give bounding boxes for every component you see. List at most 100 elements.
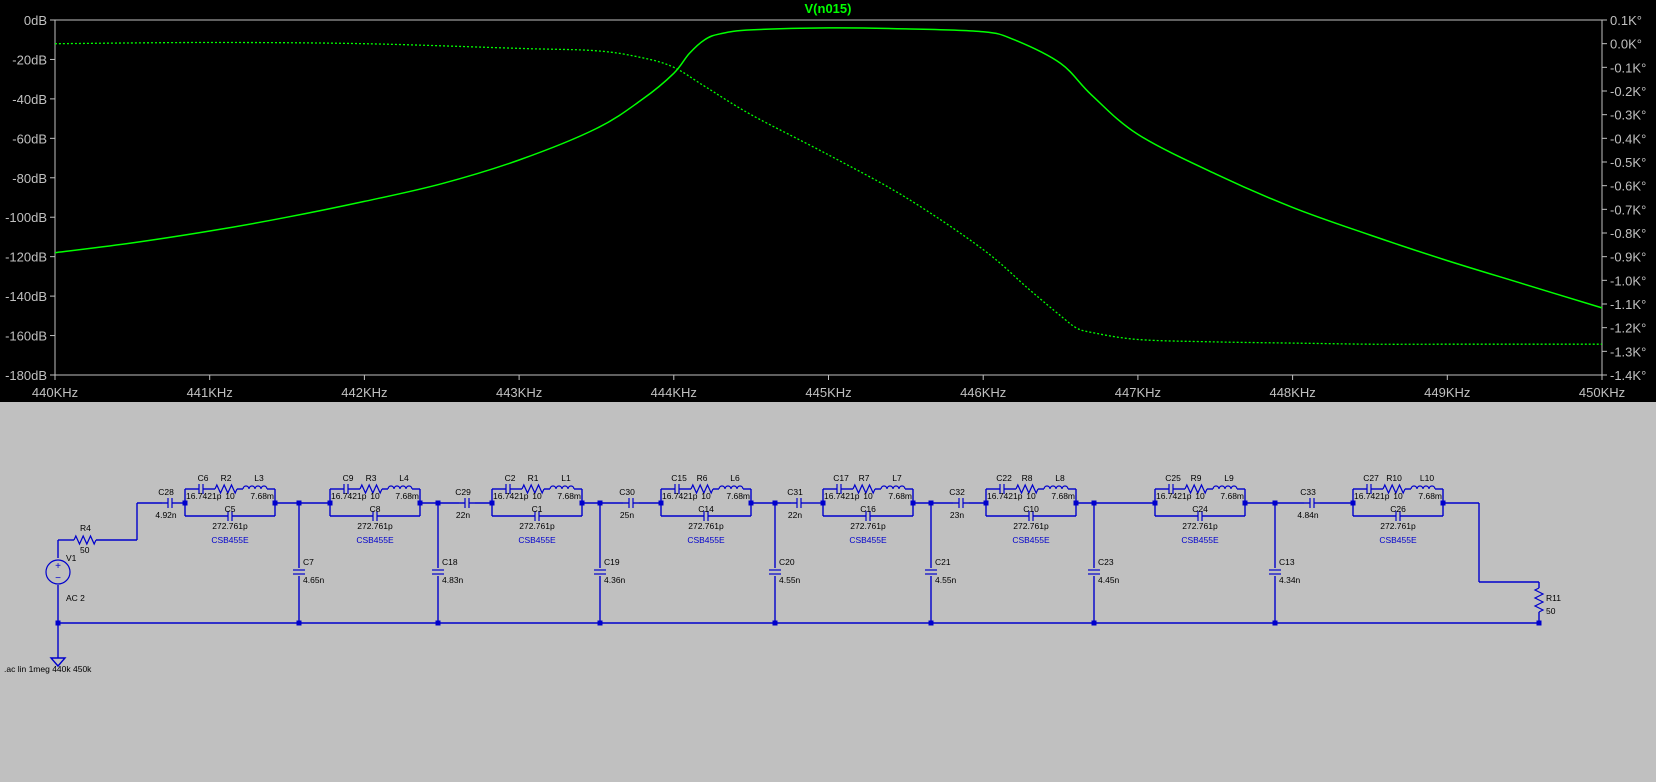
resonator-8[interactable]: C27 R10 L10 16.7421p 10 7.68m C26 272.761p CSB45… [1350, 473, 1446, 545]
value-C30: 25n [620, 510, 634, 520]
value-r11: 50 [1546, 606, 1556, 616]
label-L6: L6 [730, 473, 740, 483]
junction [910, 500, 916, 506]
L7-symbol[interactable] [880, 485, 906, 490]
label-L4: L4 [399, 473, 409, 483]
trace-phase[interactable] [54, 41, 1602, 345]
model-CSB455E: CSB455E [211, 535, 249, 545]
model-CSB455E: CSB455E [1012, 535, 1050, 545]
traces [54, 27, 1603, 345]
resistor-r4[interactable]: R4 50 [73, 523, 97, 555]
y-right-tick-label: -0.1K° [1610, 60, 1646, 75]
resonator-4[interactable]: C15 R6 L6 16.7421p 10 7.68m C14 272.761p CSB455E [658, 473, 754, 545]
value-L1: 7.68m [557, 491, 581, 501]
resonator-6[interactable]: C22 R8 L8 16.7421p 10 7.68m C10 272.761p CSB455E [983, 473, 1079, 545]
y-axis-magnitude[interactable]: 0dB -20dB -40dB -60dB -80dB -100dB -120dB -140d… [5, 13, 55, 383]
x-axis[interactable]: 440KHz 441KHz 442KHz 443KHz 444KHz 445KHz 446K… [32, 375, 1625, 400]
value-C23: 4.45n [1098, 575, 1120, 585]
value-R10: 10 [1393, 491, 1403, 501]
value-R9: 10 [1195, 491, 1205, 501]
resonator-7[interactable]: C25 R9 L9 16.7421p 10 7.68m C24 272.761p CSB455E [1152, 473, 1248, 545]
r4-symbol[interactable] [73, 534, 97, 546]
value-C26: 272.761p [1380, 521, 1416, 531]
label-C5: C5 [225, 504, 236, 514]
L4-symbol[interactable] [387, 485, 413, 490]
value-C6: 16.7421p [186, 491, 222, 501]
value-L8: 7.68m [1051, 491, 1075, 501]
y-left-tick-label: -120dB [5, 250, 47, 265]
value-C15: 16.7421p [662, 491, 698, 501]
label-R2: R2 [221, 473, 232, 483]
capacitor-c13[interactable]: C13 4.34n [1269, 500, 1301, 624]
model-CSB455E: CSB455E [687, 535, 725, 545]
label-C27: C27 [1363, 473, 1379, 483]
junction [417, 500, 423, 506]
value-C33: 4.84n [1297, 510, 1319, 520]
junction [1536, 620, 1542, 626]
spice-directive[interactable]: .ac lin 1meg 440k 450k [4, 664, 92, 674]
y-axis-phase[interactable]: 0.1K° 0.0K° -0.1K° -0.2K° -0.3K° -0.4K° -0.5K°… [1602, 13, 1646, 383]
x-tick-label: 448KHz [1269, 385, 1315, 400]
value-R8: 10 [1026, 491, 1036, 501]
label-C32: C32 [949, 487, 965, 497]
value-v1: AC 2 [66, 593, 85, 603]
junction [579, 500, 585, 506]
y-right-tick-label: -1.1K° [1610, 297, 1646, 312]
L8-symbol[interactable] [1043, 485, 1069, 490]
label-C33: C33 [1300, 487, 1316, 497]
label-L8: L8 [1055, 473, 1065, 483]
resistor-r11[interactable]: R1150 [1533, 587, 1561, 616]
y-right-tick-label: -1.3K° [1610, 344, 1646, 359]
plot-frame [54, 19, 1603, 376]
label-r4: R4 [80, 523, 91, 533]
resonator-1[interactable]: C6 R2 L3 16.7421p 10 7.68m C5 272.761p CSB455E [182, 473, 278, 545]
label-R7: R7 [859, 473, 870, 483]
x-tick-label: 443KHz [496, 385, 542, 400]
label-C29: C29 [455, 487, 471, 497]
y-right-tick-label: -0.7K° [1610, 202, 1646, 217]
bode-plot[interactable]: V(n015) 440KHz 441KHz 442KHz 443KHz 444KHz 44… [0, 0, 1656, 402]
schematic-canvas[interactable]: +−V1AC 2R450R1150C284.92nC2922nC3025nC31… [0, 402, 1656, 777]
resonator-5[interactable]: C17 R7 L7 16.7421p 10 7.68m C16 272.761p CSB455E [820, 473, 916, 545]
y-right-tick-label: -0.2K° [1610, 84, 1646, 99]
value-L9: 7.68m [1220, 491, 1244, 501]
L6-symbol[interactable] [718, 485, 744, 490]
capacitor-c7[interactable]: C7 4.65n [293, 500, 325, 624]
resonator-2[interactable]: C9 R3 L4 16.7421p 10 7.68m C8 272.761p CSB455E [327, 473, 423, 545]
junction [435, 500, 441, 506]
L10-symbol[interactable] [1410, 485, 1436, 490]
junction [1073, 500, 1079, 506]
x-tick-label: 447KHz [1115, 385, 1161, 400]
y-left-tick-label: -60dB [12, 131, 47, 146]
x-tick-label: 450KHz [1579, 385, 1625, 400]
capacitor-c23[interactable]: C23 4.45n [1088, 500, 1120, 624]
value-C20: 4.55n [779, 575, 801, 585]
label-C13: C13 [1279, 557, 1295, 567]
label-R8: R8 [1022, 473, 1033, 483]
junction [597, 500, 603, 506]
value-C13: 4.34n [1279, 575, 1301, 585]
r11-symbol[interactable] [1533, 587, 1545, 613]
trace-magnitude[interactable] [54, 27, 1603, 309]
waveform-viewer[interactable]: V(n015) 440KHz 441KHz 442KHz 443KHz 444KHz 44… [0, 0, 1656, 402]
value-C25: 16.7421p [1156, 491, 1192, 501]
y-right-tick-label: -0.4K° [1610, 131, 1646, 146]
L1-symbol[interactable] [549, 485, 575, 490]
schematic-editor[interactable]: + − V1 AC 2 R4 50 R11 50 C28 4.92n C29 22n C30 25n C31… [0, 402, 1656, 777]
resonator-3[interactable]: C2 R1 L1 16.7421p 10 7.68m C1 272.761p CSB455E [489, 473, 585, 545]
junction [55, 620, 61, 626]
label-R10: R10 [1386, 473, 1402, 483]
voltage-source-v1[interactable]: +−V1 AC 2 [45, 553, 85, 603]
v1-plus-sign: + [55, 561, 61, 572]
trace-title-v-n015[interactable]: V(n015) [805, 1, 852, 16]
L3-symbol[interactable] [242, 485, 268, 490]
value-R6: 10 [701, 491, 711, 501]
label-C22: C22 [996, 473, 1012, 483]
y-right-tick-label: -1.2K° [1610, 321, 1646, 336]
L9-symbol[interactable] [1212, 485, 1238, 490]
label-R9: R9 [1191, 473, 1202, 483]
value-R2: 10 [225, 491, 235, 501]
label-L1: L1 [561, 473, 571, 483]
x-tick-label: 445KHz [805, 385, 851, 400]
y-left-tick-label: -160dB [5, 329, 47, 344]
